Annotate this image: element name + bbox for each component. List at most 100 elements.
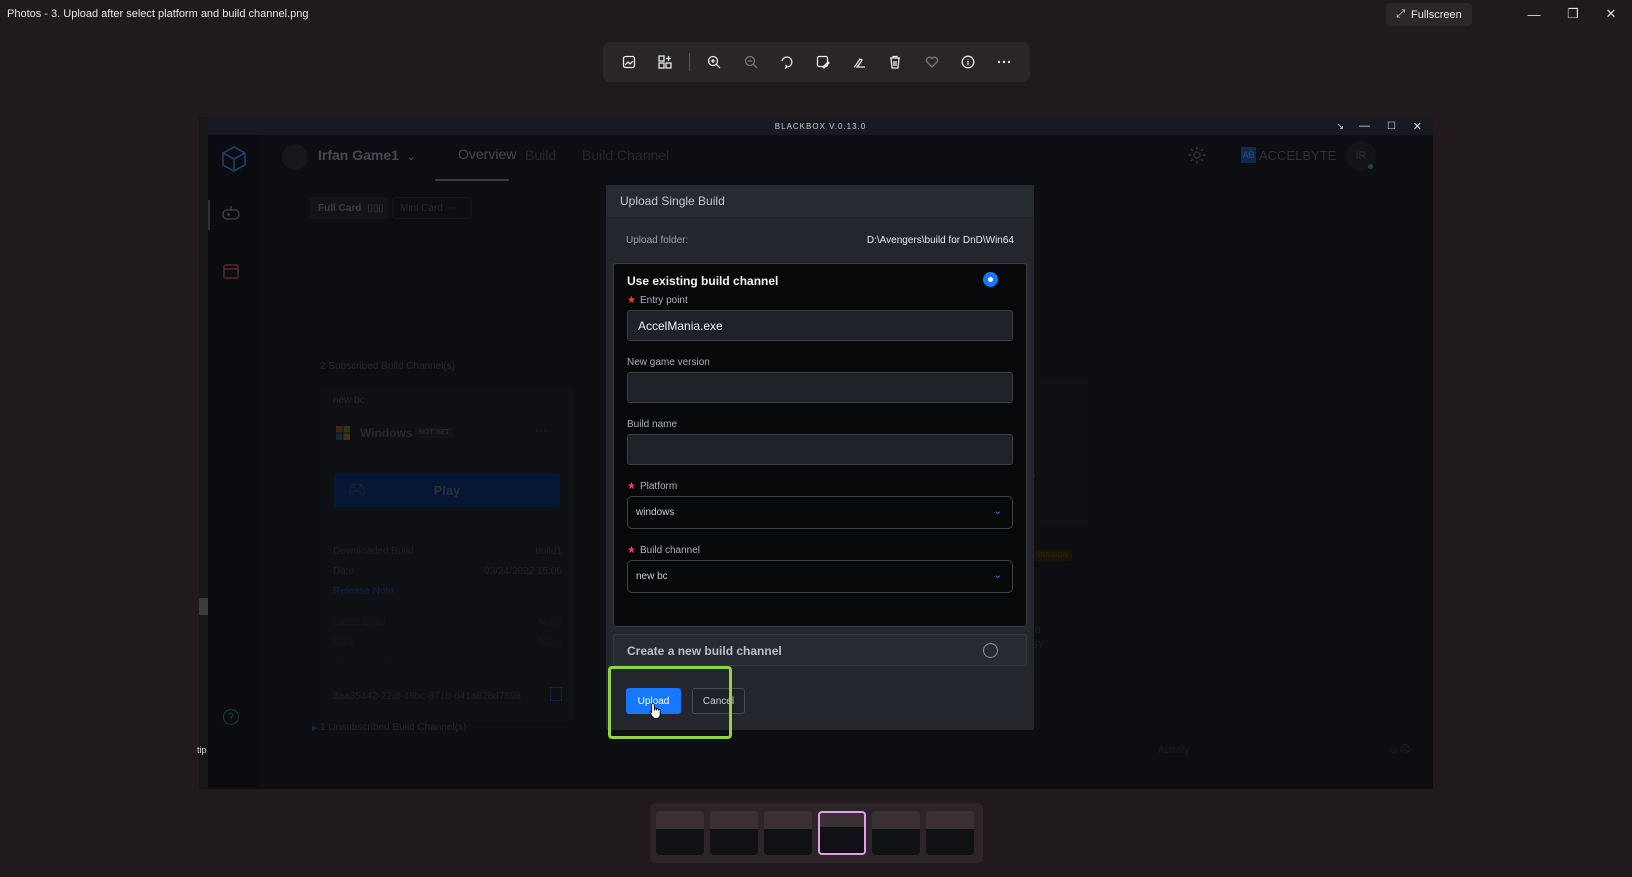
accelbyte-logo-icon: AB xyxy=(1241,147,1256,163)
filmstrip-thumbnail[interactable] xyxy=(764,811,812,855)
filmstrip-thumbnail[interactable] xyxy=(656,811,704,855)
close-button[interactable]: ✕ xyxy=(1601,4,1621,24)
latest-build-value: None xyxy=(538,617,562,628)
create-build-channel-panel[interactable]: Create a new build channel xyxy=(613,634,1027,666)
date-value: 03/24/2022 15:06 xyxy=(484,566,562,577)
copy-icon[interactable] xyxy=(550,687,562,701)
minimize-button[interactable]: — xyxy=(1524,4,1544,24)
filmstrip-thumbnail[interactable] xyxy=(710,811,758,855)
filmstrip xyxy=(650,803,983,863)
downloaded-build-label: Downloaded Build xyxy=(333,546,414,557)
help-icon[interactable] xyxy=(222,708,240,731)
existing-option-radio[interactable] xyxy=(983,272,998,287)
card-menu-icon[interactable]: ··· xyxy=(535,423,547,437)
caret-right-icon: ▶ xyxy=(312,725,318,732)
play-button[interactable]: 🎮︎ Play xyxy=(334,473,560,507)
app-close-button[interactable]: ✕ xyxy=(1413,117,1423,135)
filmstrip-thumbnail-selected[interactable] xyxy=(818,811,866,855)
settings-icon[interactable] xyxy=(1187,145,1207,170)
zoom-in-icon[interactable] xyxy=(696,47,732,77)
compact-icon[interactable]: ↘ xyxy=(1336,117,1345,135)
active-tab-underline xyxy=(435,179,509,181)
tab-build-channel[interactable]: Build Channel xyxy=(582,147,669,163)
chevron-down-icon: ⌄ xyxy=(993,506,1002,517)
upload-folder-label: Upload folder: xyxy=(626,235,689,246)
edit-image-icon[interactable] xyxy=(805,47,841,77)
project-avatar xyxy=(282,144,308,170)
zoom-out-icon[interactable] xyxy=(733,47,769,77)
subscribed-header: 2 Subscribed Build Channel(s) xyxy=(320,361,456,372)
chevron-down-icon: ⌄ xyxy=(993,570,1002,581)
online-status-dot xyxy=(1368,164,1373,169)
card-platform: Windows xyxy=(360,426,413,440)
modal-title: Upload Single Build xyxy=(620,194,725,208)
full-card-toggle[interactable]: Full Card ▯▯▯ xyxy=(310,197,388,219)
entry-point-label: ★ Entry point xyxy=(627,295,688,306)
date-label: Date xyxy=(333,566,355,577)
hand-cursor-icon xyxy=(649,702,663,725)
tab-overview[interactable]: Overview xyxy=(458,146,516,162)
info-icon[interactable] xyxy=(950,47,986,77)
filmstrip-thumbnail[interactable] xyxy=(926,811,974,855)
latest-build-label: Latest Build xyxy=(333,617,386,628)
delete-icon[interactable] xyxy=(877,47,913,77)
gamepad-icon: 🎮︎ xyxy=(348,481,366,497)
card-channel-name: new bc xyxy=(333,395,365,406)
draw-icon[interactable] xyxy=(841,47,877,77)
window-title: Photos - 3. Upload after select platform… xyxy=(7,8,309,20)
collection-icon[interactable] xyxy=(647,47,683,77)
image-scrollbar[interactable] xyxy=(199,117,208,789)
tab-build[interactable]: Build xyxy=(525,147,556,163)
fullscreen-button[interactable]: ⤢ Fullscreen xyxy=(1386,3,1472,26)
expand-icon: ⤢ xyxy=(1396,8,1406,20)
build-channel-card: new bc Windows NOT SET ··· 🎮︎ Play Downl… xyxy=(320,387,575,722)
photos-toolbar xyxy=(603,42,1030,82)
game-version-label: New game version xyxy=(627,357,710,368)
toolbar-divider xyxy=(689,53,691,71)
app-sidebar xyxy=(208,135,260,789)
build-channel-select[interactable]: new bc ⌄ xyxy=(627,560,1013,593)
mini-card-toggle[interactable]: Mini Card ▫▫▫ xyxy=(392,197,472,219)
build-name-label: Build name xyxy=(627,419,678,430)
cancel-button[interactable]: Cancel xyxy=(692,688,745,714)
app-minimize-button[interactable]: — xyxy=(1359,117,1371,135)
upload-single-build-modal: Upload Single Build Upload folder: D:\Av… xyxy=(606,185,1034,730)
filmstrip-thumbnail[interactable] xyxy=(872,811,920,855)
scrollbar-thumb[interactable] xyxy=(199,598,208,615)
existing-build-channel-panel[interactable]: Use existing build channel ★ Entry point … xyxy=(613,263,1027,627)
store-nav-icon[interactable] xyxy=(223,264,239,284)
mini-card-icon: ▫▫▫ xyxy=(448,204,457,212)
entry-point-input[interactable]: AccelMania.exe xyxy=(627,310,1013,341)
platform-status-badge: NOT SET xyxy=(415,427,454,438)
latest-date-label: Date xyxy=(333,637,355,648)
active-indicator xyxy=(208,200,210,230)
release-note-link[interactable]: Release Note xyxy=(333,586,394,597)
restore-button[interactable]: ❐ xyxy=(1563,4,1583,24)
chevron-down-icon: ⌄ xyxy=(406,152,416,163)
existing-option-label: Use existing build channel xyxy=(627,274,779,288)
app-maximize-button[interactable]: ☐ xyxy=(1387,117,1397,135)
game-version-input[interactable] xyxy=(627,372,1013,403)
upload-folder-value: D:\Avengers\build for DnD\Win64 xyxy=(866,235,1014,246)
image-icon[interactable] xyxy=(611,47,647,77)
platform-select[interactable]: windows ⌄ xyxy=(627,496,1013,529)
create-option-label: Create a new build channel xyxy=(627,644,782,658)
platform-label: ★ Platform xyxy=(627,481,678,492)
more-icon[interactable] xyxy=(986,47,1022,77)
unsubscribed-header[interactable]: ▶ 1 Unsubscribed Build Channel(s) xyxy=(312,722,466,733)
create-option-radio[interactable] xyxy=(983,643,998,658)
games-nav-icon[interactable] xyxy=(222,205,240,226)
truncated-label: tip xyxy=(197,745,207,755)
rotate-icon[interactable] xyxy=(769,47,805,77)
modal-header: Upload Single Build xyxy=(606,185,1034,218)
build-channel-label: ★ Build channel xyxy=(627,545,701,556)
blackbox-logo-icon xyxy=(221,145,247,178)
favorite-icon[interactable] xyxy=(913,47,949,77)
activity-label: Activity xyxy=(1158,745,1190,756)
build-name-input[interactable] xyxy=(627,434,1013,465)
build-channel-id: 3aa35442-22df-48bc-871b-d41a828d7698 xyxy=(333,691,521,702)
downloaded-build-value: build1 xyxy=(535,546,562,557)
emoji-icons[interactable]: ☺☹ xyxy=(1388,743,1411,756)
project-selector[interactable]: Irfan Game1 ⌄ xyxy=(318,147,415,163)
upload-folder-row: Upload folder: D:\Avengers\build for DnD… xyxy=(626,235,1014,246)
